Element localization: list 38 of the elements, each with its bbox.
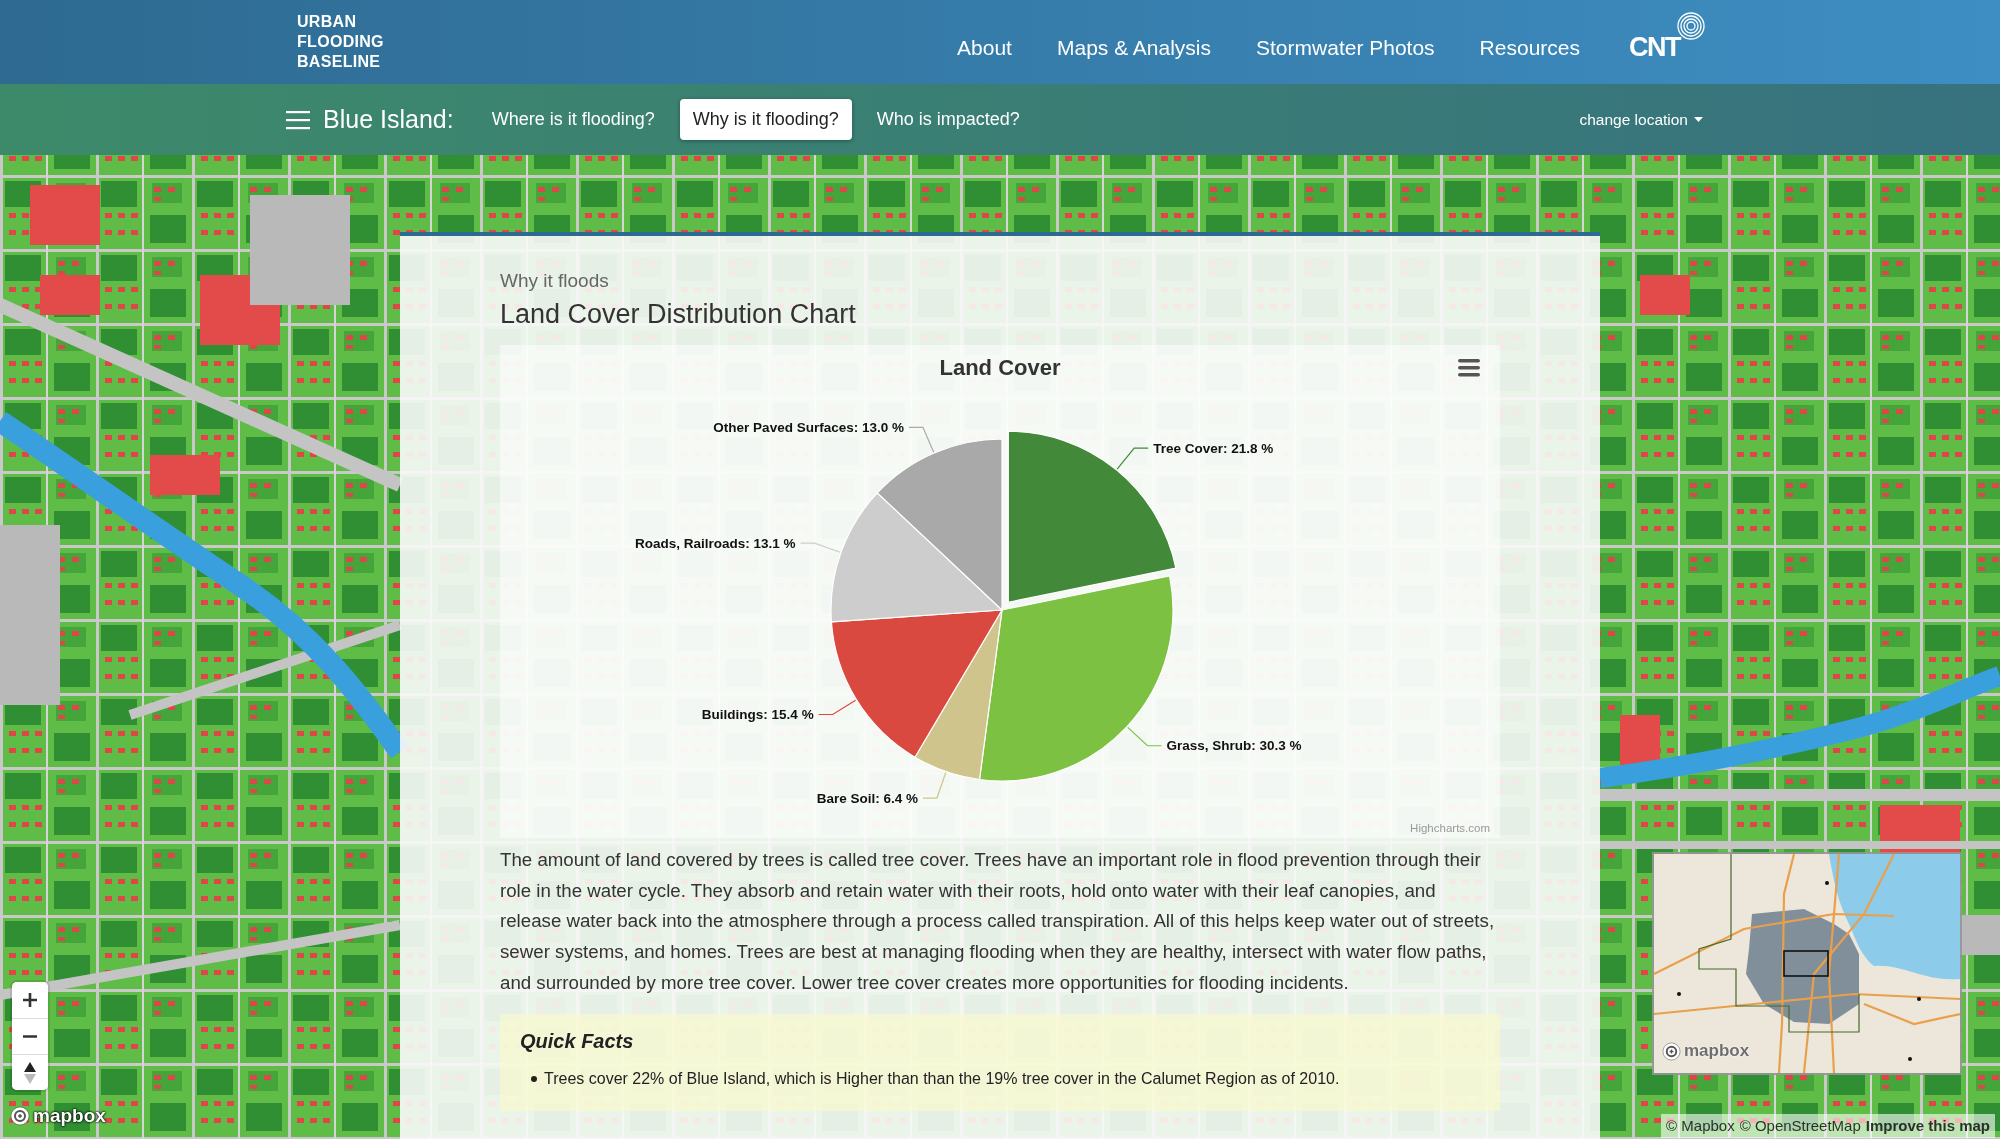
data-label: Other Paved Surfaces: 13.0 % (713, 419, 904, 435)
nav-link[interactable]: Maps & Analysis (1056, 36, 1212, 60)
logo-icon (1662, 1041, 1681, 1061)
quick-facts-heading: Quick Facts (520, 1028, 635, 1054)
caret-icon (1694, 117, 1703, 122)
nav-link[interactable]: Stormwater Photos (1256, 36, 1435, 60)
data-label: Tree Cover: 21.8 % (1153, 440, 1274, 456)
reset-bearing-button[interactable] (12, 1054, 48, 1090)
change-location-dropdown[interactable]: change location (1579, 106, 1703, 133)
fact-text: Trees cover 22% of Blue Island, which is Higher than than the 19% tree cover in the Calumet Region as of 2010. (544, 1068, 1340, 1089)
brand-logo[interactable]: CNT (1629, 12, 1705, 61)
nav-link[interactable]: About (957, 36, 1012, 60)
plus-icon (22, 992, 38, 1008)
compass-icon (24, 1060, 36, 1085)
credit-link[interactable]: Highcharts.com (1410, 822, 1490, 834)
section-label: Why it floods (500, 269, 610, 292)
menu-icon[interactable] (286, 109, 310, 130)
minus-icon (22, 1035, 38, 1038)
mapbox-logo[interactable]: mapbox (1662, 1041, 1750, 1061)
page-heading: Land Cover Distribution Chart (500, 298, 857, 330)
chart-title: Land Cover (939, 355, 1061, 380)
tab[interactable]: Why is it flooding? (679, 99, 852, 140)
attribution-link[interactable]: Improve this map (1865, 1116, 1990, 1136)
logo-icon (10, 1106, 30, 1126)
tab[interactable]: Where is it flooding? (478, 99, 668, 140)
nav-link[interactable]: Resources (1479, 36, 1580, 60)
data-label: Grass, Shrub: 30.3 % (1166, 738, 1302, 754)
attribution-link[interactable]: © OpenStreetMap (1739, 1116, 1861, 1136)
data-label: Roads, Railroads: 13.1 % (635, 535, 796, 551)
tab[interactable]: Who is impacted? (863, 99, 1033, 140)
bullet-icon (531, 1075, 537, 1082)
site-logo[interactable]: URBAN FLOODING BASELINE (297, 12, 384, 72)
description-paragraph: The amount of land covered by trees is called tree cover. Trees have an important role in flood prevention through their role in the water cycle. They absorb and retain water with their roots, hold onto water with their leaf canopies, and release water back into the atmosphere through a process called transpiration. All of this helps keep water out of streets, sewer systems, and homes. Trees are best at managing flooding when they are healthy, intersect with water flow paths, and surrounded by more tree cover. Lower tree cover creates more opportunities for flooding incidents. (500, 848, 1496, 995)
attribution-link[interactable]: © Mapbox (1666, 1116, 1735, 1136)
data-label: Bare Soil: 6.4 % (816, 790, 918, 806)
location-name: Blue Island: (323, 105, 454, 134)
data-label: Buildings: 15.4 % (701, 707, 814, 722)
menu-icon[interactable] (1458, 359, 1480, 377)
